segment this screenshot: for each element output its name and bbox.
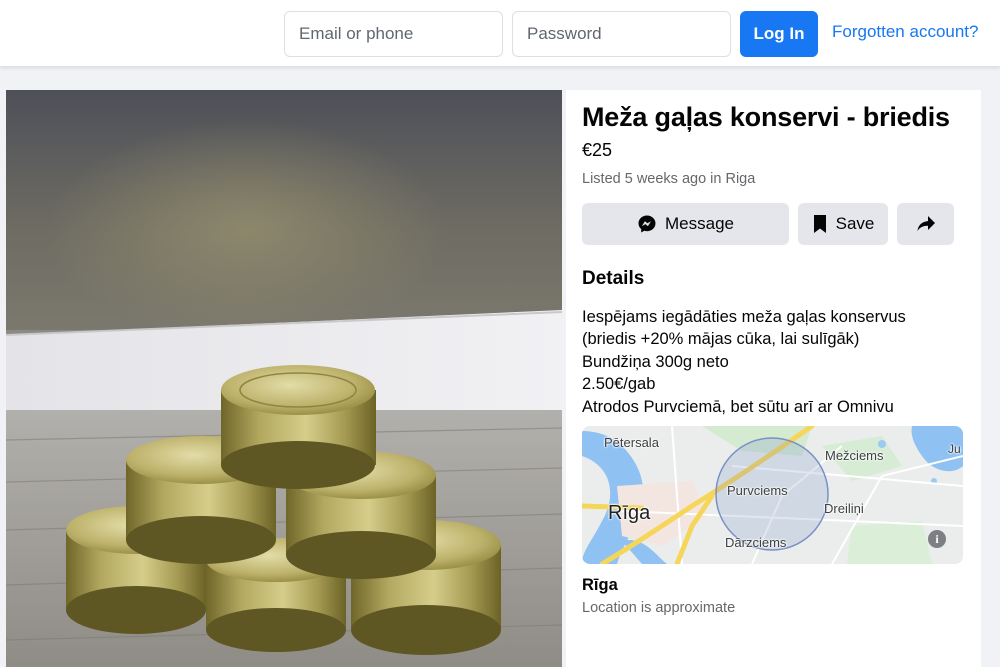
- location-map[interactable]: Pētersala Mežciems Purvciems Rīga Dreili…: [582, 426, 963, 564]
- message-button-label: Message: [665, 214, 734, 233]
- share-arrow-icon: [916, 215, 936, 233]
- details-heading: Details: [582, 268, 645, 289]
- map-label-riga: Rīga: [608, 502, 651, 524]
- map-label-mezciems: Mežciems: [825, 448, 884, 463]
- save-button[interactable]: Save: [798, 203, 888, 245]
- description-line: Atrodos Purvciemā, bet sūtu arī ar Omniv…: [582, 397, 894, 416]
- login-button[interactable]: Log In: [740, 11, 818, 57]
- top-bar: Log In Forgotten account?: [0, 0, 1000, 66]
- map-label-petersala: Pētersala: [604, 435, 659, 450]
- listed-time-location: Listed 5 weeks ago in Riga: [582, 171, 756, 187]
- bookmark-icon: [812, 214, 828, 234]
- map-label-purvciems: Purvciems: [727, 483, 788, 498]
- location-name: Rīga: [582, 576, 618, 594]
- description-line: 2.50€/gab: [582, 375, 656, 394]
- description-line: Iespējams iegādāties meža gaļas konservu…: [582, 308, 906, 326]
- listing-info-panel: Meža gaļas konservi - briedis €25 Listed…: [566, 90, 981, 667]
- forgotten-account-link[interactable]: Forgotten account?: [832, 22, 978, 42]
- tin-can: [221, 365, 376, 489]
- description-line: (briedis +20% mājas cūka, lai sulīgāk): [582, 330, 860, 349]
- listing-title: Meža gaļas konservi - briedis: [582, 102, 950, 132]
- canned-meat-photo: [6, 90, 562, 667]
- map-label-darzciems: Dārzciems: [725, 535, 787, 550]
- listing-price: €25: [582, 140, 613, 160]
- listing-photo[interactable]: [6, 90, 562, 667]
- messenger-icon: [637, 214, 657, 234]
- save-button-label: Save: [835, 214, 875, 233]
- message-button[interactable]: Message: [582, 203, 789, 245]
- location-note: Location is approximate: [582, 600, 736, 616]
- info-icon[interactable]: i: [928, 530, 946, 548]
- email-input[interactable]: [284, 11, 503, 57]
- map-label-ju: Ju: [948, 442, 961, 456]
- description-line: Bundžiņa 300g neto: [582, 352, 729, 371]
- password-input[interactable]: [512, 11, 731, 57]
- map-label-dreilini: Dreiliņi: [824, 501, 864, 516]
- share-button[interactable]: [897, 203, 954, 245]
- listing-description: Iespējams iegādāties meža gaļas konservu…: [582, 306, 972, 418]
